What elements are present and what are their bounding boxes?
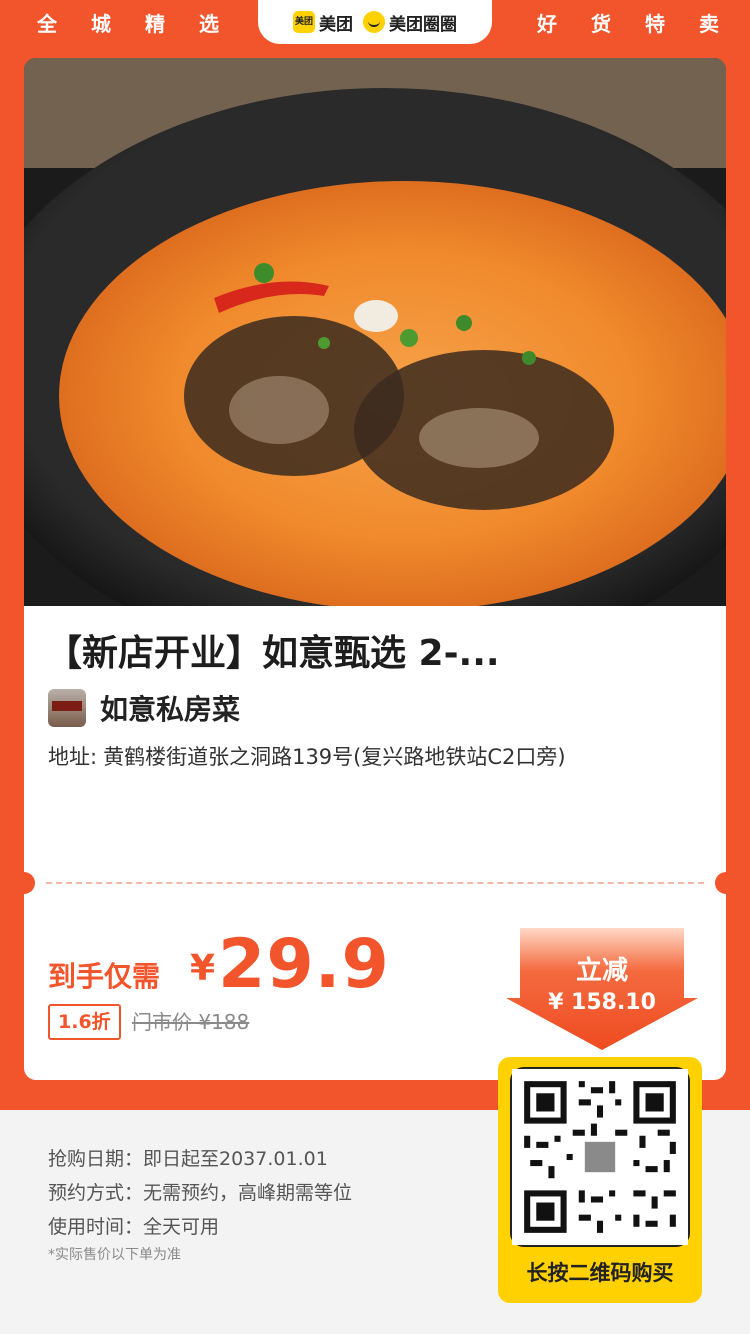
header-char: 精 — [145, 12, 165, 36]
price-value: 29.9 — [218, 925, 390, 1004]
shop-address: 地址: 黄鹤楼街道张之洞路139号(复兴路地铁站C2口旁) — [48, 741, 566, 771]
meituan-circle-logo: 美团圈圈 — [363, 10, 457, 35]
discount-badge: 1.6折 — [48, 1004, 121, 1040]
smile-icon — [363, 11, 385, 33]
savings-title: 立减 — [575, 956, 628, 986]
header-char: 卖 — [699, 12, 719, 36]
meituan-logo-icon: 美团 — [293, 11, 315, 33]
qr-code[interactable] — [510, 1067, 690, 1247]
deal-poster: 全 城 精 选 美团 美团 美团圈圈 好 货 特 卖 【新店开业】如意甄选 2-… — [0, 0, 750, 1334]
purchase-date: 抢购日期：即日起至2037.01.01 — [48, 1148, 328, 1170]
usage-time: 使用时间：全天可用 — [48, 1216, 220, 1238]
header-char: 城 — [91, 12, 111, 36]
savings-arrow-badge — [506, 928, 698, 1050]
qr-code-icon — [512, 1069, 688, 1245]
ticket-notch-left — [13, 872, 35, 894]
price-note: *实际售价以下单为准 — [48, 1247, 181, 1263]
header-char: 选 — [199, 12, 219, 36]
savings-amount: ¥ 158.10 — [548, 990, 656, 1015]
market-price: 门市价 ¥188 — [132, 1010, 250, 1034]
qr-code-panel[interactable]: 长按二维码购买 — [498, 1057, 702, 1303]
shop-avatar — [48, 689, 86, 727]
header-char: 全 — [37, 12, 57, 36]
address-text: 黄鹤楼街道张之洞路139号(复兴路地铁站C2口旁) — [103, 745, 566, 769]
shop-info[interactable]: 如意私房菜 — [48, 688, 240, 728]
brand-tab: 美团 美团 美团圈圈 — [258, 0, 492, 44]
product-title: 【新店开业】如意甄选 2-... — [46, 633, 500, 674]
address-label: 地址: — [48, 745, 98, 769]
qr-caption: 长按二维码购买 — [526, 1261, 674, 1285]
product-photo[interactable] — [24, 58, 726, 606]
fish-stew-image — [24, 58, 726, 606]
header-char: 好 — [537, 12, 557, 36]
price-currency: ¥ — [190, 948, 216, 989]
header-char: 货 — [591, 12, 611, 36]
ticket-notch-right — [715, 872, 737, 894]
header-left-slogan: 全 城 精 选 — [20, 8, 236, 40]
meituan-circle-text: 美团圈圈 — [389, 14, 457, 35]
reservation-method: 预约方式：无需预约，高峰期需等位 — [48, 1182, 353, 1204]
meituan-logo: 美团 美团 — [293, 10, 353, 35]
shop-name: 如意私房菜 — [100, 693, 241, 726]
price-label: 到手仅需 — [48, 960, 161, 993]
meituan-logo-text: 美团 — [319, 14, 353, 35]
header-right-slogan: 好 货 特 卖 — [520, 8, 736, 40]
header-char: 特 — [645, 12, 665, 36]
dashed-divider — [46, 882, 704, 884]
